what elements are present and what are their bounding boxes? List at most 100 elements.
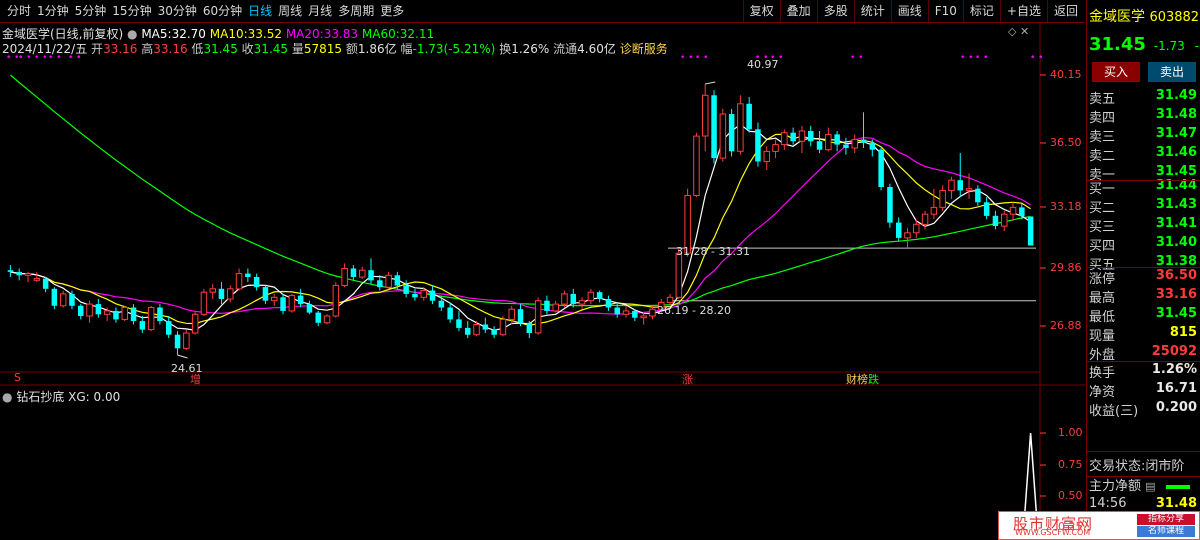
period-tab-4[interactable]: 30分钟 <box>155 0 200 22</box>
candle-body <box>42 278 49 289</box>
candle-body <box>561 293 568 305</box>
period-tab-8[interactable]: 月线 <box>305 0 335 22</box>
stock-code: 603882 <box>1149 10 1200 25</box>
ma20-label: MA20: <box>285 27 324 41</box>
candle-body <box>913 223 920 234</box>
tool-button-1[interactable]: 叠加 <box>779 0 817 22</box>
ask-row-label: 卖五 <box>1089 92 1116 107</box>
candle-body <box>315 312 321 323</box>
candle-body <box>7 270 14 272</box>
period-tab-9[interactable]: 多周期 <box>335 0 377 22</box>
ask-row-label: 卖二 <box>1089 149 1116 164</box>
candle-body <box>808 131 814 142</box>
period-tab-2[interactable]: 5分钟 <box>72 0 110 22</box>
tool-button-4[interactable]: 画线 <box>890 0 928 22</box>
ask-row-value: 31.47 <box>1155 126 1197 141</box>
period-tab-3[interactable]: 15分钟 <box>109 0 154 22</box>
candle-body <box>887 187 893 223</box>
event-tag-rise[interactable]: 涨 <box>682 371 693 387</box>
candle-body <box>447 307 453 320</box>
trade-status: 交易状态:闭市阶 <box>1089 455 1184 474</box>
tool-button-0[interactable]: 复权 <box>742 0 780 22</box>
diag-service-link[interactable]: 诊断服务 <box>620 42 668 56</box>
low-pointer <box>177 354 188 359</box>
chart-controls: ◇ ✕ <box>1008 25 1029 38</box>
tool-button-8[interactable]: 返回 <box>1046 0 1084 22</box>
stat-row: 现量 815 <box>1089 325 1199 344</box>
status-divider <box>1086 451 1200 452</box>
signal-dot: • • <box>850 53 863 63</box>
quote-price-row: 31.45 -1.73 -5 <box>1089 34 1200 55</box>
candle-body <box>632 310 638 318</box>
event-tag-increase[interactable]: 增 <box>190 371 201 387</box>
settings-dot-icon[interactable]: ● <box>127 27 137 41</box>
candle-body <box>948 179 955 191</box>
candle-body <box>746 103 752 130</box>
bid-row-value: 31.43 <box>1155 197 1197 212</box>
bid-row: 买四 31.40 <box>1089 235 1199 254</box>
settings-dot-icon[interactable]: ● <box>2 390 12 404</box>
candle-body <box>245 273 251 277</box>
turnover-label: 换 <box>499 42 512 56</box>
period-tab-5[interactable]: 60分钟 <box>200 0 245 22</box>
stat-row-label: 现量 <box>1089 329 1116 344</box>
candle-body <box>16 271 22 276</box>
candle-body <box>157 307 163 322</box>
indicator-axis-label: 1.00 <box>1058 426 1083 439</box>
high-label: 高 <box>141 42 154 56</box>
candle-body <box>412 293 418 298</box>
stat2-row-value: 1.26% <box>1151 362 1197 377</box>
tool-button-6[interactable]: 标记 <box>962 0 1000 22</box>
candle-body <box>763 150 770 163</box>
vol-value: 57815 <box>303 42 343 56</box>
stock-title: 金域医学(日线,前复权) <box>2 27 124 41</box>
kline-chart[interactable]: • •• • • • • • • • • • • • • • • • • • • • • • • • <box>0 0 1086 538</box>
candle-body <box>200 291 208 315</box>
buy-button[interactable]: 买入 <box>1092 62 1140 82</box>
candle-body <box>1009 206 1017 215</box>
candle-body <box>147 307 155 331</box>
period-tab-7[interactable]: 周线 <box>275 0 305 22</box>
tool-button-2[interactable]: 多股 <box>816 0 854 22</box>
book-divider <box>1086 180 1200 181</box>
period-tabs: 分时 1分钟 5分钟 15分钟 30分钟 60分钟 日线 周线 月线 多周期 更多 <box>4 0 407 22</box>
event-tag-s[interactable]: S <box>14 371 21 384</box>
ask-row-value: 31.46 <box>1155 145 1197 160</box>
close-icon[interactable]: ✕ <box>1020 25 1029 38</box>
list-icon[interactable]: ▤ <box>1145 480 1155 493</box>
ma60-line <box>10 74 1031 307</box>
candle-body <box>930 206 938 215</box>
ma10-value: 33.52 <box>247 27 282 41</box>
sell-button[interactable]: 卖出 <box>1148 62 1196 82</box>
signal-dot: • • <box>680 53 693 63</box>
candle-body <box>166 321 172 335</box>
ma5-line <box>10 123 1031 331</box>
candle-body <box>570 293 576 305</box>
period-tab-10[interactable]: 更多 <box>377 0 407 22</box>
candle-body <box>368 270 374 281</box>
candle-body <box>218 288 225 299</box>
period-tab-6[interactable]: 日线 <box>245 0 275 22</box>
diamond-icon[interactable]: ◇ <box>1008 25 1016 38</box>
tool-button-7[interactable]: +自选 <box>999 0 1047 22</box>
candle-body <box>666 296 674 303</box>
watermark-tag-share: 指标分享 <box>1137 514 1195 525</box>
high-annotation: 40.97 <box>747 58 779 71</box>
candle-body <box>596 292 603 299</box>
period-tab-1[interactable]: 1分钟 <box>34 0 72 22</box>
status-label: 交易状态: <box>1089 459 1146 474</box>
candle-body <box>1019 207 1025 217</box>
candle-body <box>860 139 867 143</box>
candle-body <box>737 103 744 152</box>
candle-body <box>403 285 409 294</box>
status-value: 闭市阶 <box>1145 459 1185 474</box>
candle-body <box>992 215 999 226</box>
period-tab-0[interactable]: 分时 <box>4 0 34 22</box>
candle-body <box>209 288 216 293</box>
candle-body <box>649 308 656 317</box>
tool-button-3[interactable]: 统计 <box>853 0 891 22</box>
stat-row-value: 33.16 <box>1155 287 1197 302</box>
ask-row-value: 31.48 <box>1155 107 1197 122</box>
tool-button-5[interactable]: F10 <box>927 0 963 22</box>
event-tag-finance[interactable]: 财榜跌 <box>846 371 879 387</box>
